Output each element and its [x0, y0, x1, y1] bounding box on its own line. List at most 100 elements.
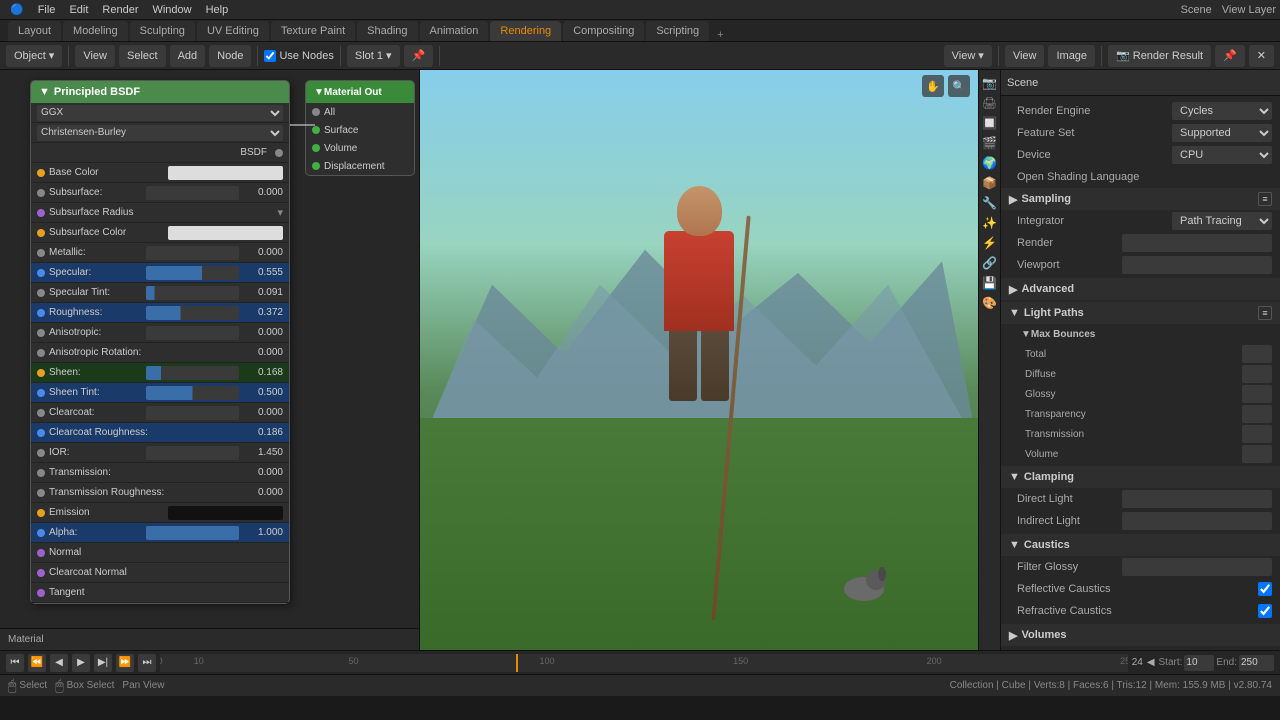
integrator-select[interactable]: Path Tracing	[1172, 212, 1272, 230]
total-input[interactable]: 12	[1242, 345, 1272, 363]
volume-input[interactable]: 1	[1242, 445, 1272, 463]
reflective-caustics-checkbox[interactable]	[1258, 582, 1272, 596]
alpha-row[interactable]: Alpha: 1.000	[31, 523, 289, 543]
specular-row[interactable]: Specular: 0.555	[31, 263, 289, 283]
roughness-row[interactable]: Roughness: 0.372	[31, 303, 289, 323]
view-menu-btn[interactable]: View	[75, 45, 115, 67]
clearcoat-roughness-row[interactable]: Clearcoat Roughness: 0.186	[31, 423, 289, 443]
emission-row[interactable]: Emission	[31, 503, 289, 523]
ior-field[interactable]	[146, 446, 239, 460]
clearcoat-row[interactable]: Clearcoat: 0.000	[31, 403, 289, 423]
pin-btn[interactable]: 📌	[404, 45, 434, 67]
close-render-btn[interactable]: ✕	[1249, 45, 1274, 67]
base-color-row[interactable]: Base Color	[31, 163, 289, 183]
diffuse-input[interactable]: 2	[1242, 365, 1272, 383]
render-menu[interactable]: Render	[96, 2, 144, 18]
timeline-ruler[interactable]: 0 10 50 100 150 200 250	[160, 654, 1128, 672]
help-menu[interactable]: Help	[200, 2, 235, 18]
add-workspace-btn[interactable]: +	[711, 29, 729, 41]
metallic-row[interactable]: Metallic: 0.000	[31, 243, 289, 263]
tab-modeling[interactable]: Modeling	[63, 21, 128, 41]
subsurface-color-input[interactable]	[168, 226, 283, 240]
normal-row[interactable]: Normal	[31, 543, 289, 563]
subsurface-color-row[interactable]: Subsurface Color	[31, 223, 289, 243]
transmission-roughness-row[interactable]: Transmission Roughness: 0.000	[31, 483, 289, 503]
material-icon[interactable]: 🎨	[981, 294, 999, 312]
physics-icon[interactable]: ⚡	[981, 234, 999, 252]
render-result-btn[interactable]: 📷 Render Result	[1108, 45, 1211, 67]
light-paths-options-btn[interactable]: ≡	[1258, 306, 1272, 320]
constraints-icon[interactable]: 🔗	[981, 254, 999, 272]
device-select[interactable]: CPU	[1172, 146, 1272, 164]
anisotropic-rotation-row[interactable]: Anisotropic Rotation: 0.000	[31, 343, 289, 363]
subsurface-field[interactable]	[146, 186, 239, 200]
alpha-bar[interactable]	[146, 526, 239, 540]
sampling-options-btn[interactable]: ≡	[1258, 192, 1272, 206]
pin-render-btn[interactable]: 📌	[1215, 45, 1245, 67]
subsurface-method-select[interactable]: Christensen-Burley	[37, 125, 283, 141]
render-viewport[interactable]: ✋ 🔍	[420, 70, 978, 650]
end-frame-input[interactable]	[1239, 655, 1274, 671]
end-btn[interactable]: ⏭	[138, 654, 156, 672]
modifier-icon[interactable]: 🔧	[981, 194, 999, 212]
prev-keyframe-btn[interactable]: ◀	[50, 654, 68, 672]
sampling-header[interactable]: ▶ Sampling ≡	[1001, 188, 1280, 210]
viewport-btn[interactable]: View ▾	[944, 45, 992, 67]
transmission-row[interactable]: Transmission: 0.000	[31, 463, 289, 483]
subsurface-row[interactable]: Subsurface: 0.000	[31, 183, 289, 203]
node-menu-btn[interactable]: Node	[209, 45, 251, 67]
tab-uv-editing[interactable]: UV Editing	[197, 21, 269, 41]
view-layer-icon[interactable]: 🔲	[981, 114, 999, 132]
tab-animation[interactable]: Animation	[420, 21, 489, 41]
volumes-header[interactable]: ▶ Volumes	[1001, 624, 1280, 646]
scene-icon[interactable]: 🎬	[981, 134, 999, 152]
image-btn[interactable]: Image	[1048, 45, 1095, 67]
clearcoat-normal-row[interactable]: Clearcoat Normal	[31, 563, 289, 583]
indirect-light-input[interactable]: 10.00	[1122, 512, 1272, 530]
next-keyframe-btn[interactable]: ▶|	[94, 654, 112, 672]
world-icon[interactable]: 🌍	[981, 154, 999, 172]
blender-logo[interactable]: 🔵	[4, 1, 30, 18]
emission-color[interactable]	[168, 506, 283, 520]
filter-glossy-input[interactable]: 1.00	[1122, 558, 1272, 576]
sheen-tint-bar[interactable]	[146, 386, 239, 400]
material-tab[interactable]: Material	[8, 634, 44, 645]
window-menu[interactable]: Window	[146, 2, 197, 18]
specular-bar[interactable]	[146, 266, 239, 280]
ior-row[interactable]: IOR: 1.450	[31, 443, 289, 463]
tab-compositing[interactable]: Compositing	[563, 21, 644, 41]
light-paths-header[interactable]: ▼ Light Paths ≡	[1001, 302, 1280, 324]
edit-menu[interactable]: Edit	[63, 2, 94, 18]
use-nodes-checkbox[interactable]	[264, 50, 276, 62]
tab-rendering[interactable]: Rendering	[490, 21, 561, 41]
node-area[interactable]: ▼ Principled BSDF GGX Christensen-Burley	[0, 70, 419, 650]
start-frame-input[interactable]	[1184, 655, 1214, 671]
distribution-select[interactable]: GGX	[37, 105, 283, 121]
overlay-zoom-btn[interactable]: 🔍	[948, 75, 970, 97]
anisotropic-row[interactable]: Anisotropic: 0.000	[31, 323, 289, 343]
specular-tint-row[interactable]: Specular Tint: 0.091	[31, 283, 289, 303]
file-menu[interactable]: File	[32, 2, 62, 18]
overlay-hand-btn[interactable]: ✋	[922, 75, 944, 97]
mode-select[interactable]: Object ▾	[6, 45, 62, 67]
play-btn[interactable]: ▶	[72, 654, 90, 672]
sheen-bar[interactable]	[146, 366, 239, 380]
base-color-input[interactable]	[168, 166, 283, 180]
metallic-field[interactable]	[146, 246, 239, 260]
roughness-bar[interactable]	[146, 306, 239, 320]
clamping-header[interactable]: ▼ Clamping	[1001, 466, 1280, 488]
render-samples-input[interactable]: 3000	[1122, 234, 1272, 252]
transmission-input[interactable]: 12	[1242, 425, 1272, 443]
tab-shading[interactable]: Shading	[357, 21, 417, 41]
tab-texture-paint[interactable]: Texture Paint	[271, 21, 355, 41]
subsurface-radius-row[interactable]: Subsurface Radius ▾	[31, 203, 289, 223]
glossy-input[interactable]: 3	[1242, 385, 1272, 403]
refractive-caustics-checkbox[interactable]	[1258, 604, 1272, 618]
tangent-row[interactable]: Tangent	[31, 583, 289, 603]
prev-frame-btn[interactable]: ⏪	[28, 654, 46, 672]
data-icon[interactable]: 💾	[981, 274, 999, 292]
anisotropic-field[interactable]	[146, 326, 239, 340]
add-menu-btn[interactable]: Add	[170, 45, 206, 67]
sheen-row[interactable]: Sheen: 0.168	[31, 363, 289, 383]
render-engine-select[interactable]: Cycles	[1172, 102, 1272, 120]
